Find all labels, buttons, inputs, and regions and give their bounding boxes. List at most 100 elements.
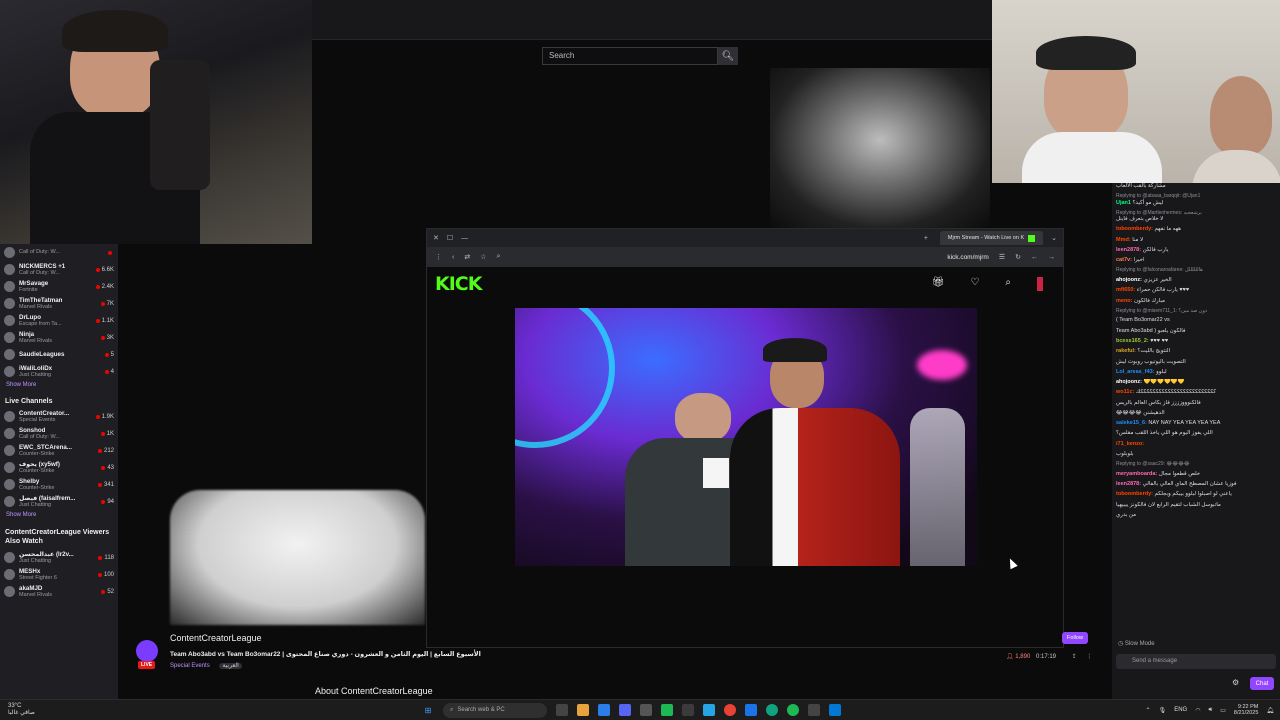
extension-icon[interactable]: ⇄ (464, 253, 470, 261)
new-tab-icon[interactable]: + (924, 235, 928, 242)
chat-input[interactable]: Send a message (1116, 654, 1276, 669)
sidebar-channel-item[interactable]: عبدالمحسن (lr2v... Just Chatting 118 (0, 549, 118, 566)
gift-icon[interactable]: 🎁︎ (932, 277, 945, 291)
filter-icon[interactable]: ☰ (999, 253, 1005, 261)
chat-username[interactable]: toboomberdy: (1116, 491, 1153, 497)
edge-icon[interactable] (598, 704, 610, 716)
app-icon[interactable] (661, 704, 673, 716)
taskbar-search[interactable]: ⌕ Search web & PC (443, 702, 547, 718)
chevron-down-icon[interactable]: ⌄ (1051, 234, 1057, 242)
sidebar-channel-item[interactable]: MESHx Street Fighter 6 100 (0, 566, 118, 583)
category-link[interactable]: Special Events (170, 663, 210, 669)
sidebar-channel-item[interactable]: SaudieLeagues 5 (0, 346, 118, 363)
url-field[interactable]: kick.com/mjrm (947, 254, 989, 261)
search-icon[interactable]: 🔍︎ (718, 47, 738, 65)
chat-username[interactable]: wo11c: (1116, 389, 1134, 395)
chat-username[interactable]: ahojoonz: (1116, 379, 1142, 385)
chat-send-button[interactable]: Chat (1250, 677, 1274, 690)
minimize-icon[interactable]: — (461, 235, 468, 242)
chat-username[interactable]: toboomberdy: (1116, 226, 1153, 232)
chat-username[interactable]: meryamboarda: (1116, 471, 1157, 477)
terminal-icon[interactable] (640, 704, 652, 716)
chat-username[interactable]: leen2878: (1116, 247, 1141, 253)
sidebar-channel-item[interactable]: akaMJD Marvel Rivals 52 (0, 583, 118, 600)
kick-logo[interactable]: KICK (435, 273, 482, 295)
store-icon[interactable] (682, 704, 694, 716)
maximize-icon[interactable]: ☐ (447, 234, 453, 242)
sidebar-channel-item[interactable]: EWC_STCArena... Counter-Strike 212 (0, 442, 118, 459)
menu-icon[interactable]: ⋮ (435, 253, 442, 261)
gear-icon[interactable]: ⚙ (1232, 678, 1239, 687)
avatar[interactable] (1037, 277, 1043, 291)
sidebar-channel-item[interactable]: DrLupo Escape from Ta... 1.1K (0, 312, 118, 329)
language-tag[interactable]: العربية (219, 663, 242, 669)
sidebar-channel-item[interactable]: Call of Duty: W... (0, 244, 118, 261)
chrome-icon[interactable] (724, 704, 736, 716)
chat-username[interactable]: ahojoonz: (1116, 277, 1142, 283)
search-icon[interactable]: ⌕ (497, 253, 501, 261)
sidebar-channel-item[interactable]: فيصل (faisalfrem... Just Chatting 94 (0, 493, 118, 510)
close-icon[interactable]: ✕ (433, 234, 439, 242)
notification-bell-icon[interactable]: 🔔︎ (1266, 707, 1274, 714)
sidebar-channel-item[interactable]: Sonshod Call of Duty: W... 1K (0, 425, 118, 442)
follow-button[interactable]: Follow (1062, 632, 1088, 644)
sidebar-channel-item[interactable]: Ninja Marvel Rivals 3K (0, 329, 118, 346)
spotify-icon[interactable] (787, 704, 799, 716)
telegram-icon[interactable] (703, 704, 715, 716)
capcut-icon[interactable] (808, 704, 820, 716)
weather-widget[interactable]: 33°C صافي غالبا (0, 703, 90, 716)
chat-username[interactable]: Lol_areas_f43: (1116, 369, 1155, 375)
windows-start-icon[interactable]: ⊞ (422, 704, 434, 716)
channel-avatar[interactable] (136, 640, 158, 662)
heart-icon[interactable]: ♡ (970, 277, 979, 291)
sidebar-channel-item[interactable]: Shelby Counter-Strike 341 (0, 476, 118, 493)
bookmark-star-icon[interactable]: ☆ (480, 253, 486, 261)
chat-username[interactable]: meno: (1116, 298, 1133, 304)
battery-icon[interactable]: ▭ (1220, 707, 1226, 714)
photos-icon[interactable] (829, 704, 841, 716)
search-icon[interactable]: ⌕ (1005, 277, 1011, 291)
search-input[interactable]: Search (542, 47, 718, 65)
sidebar-channel-item[interactable]: iWaliLoliDx Just Chatting 4 (0, 363, 118, 380)
file-explorer-icon[interactable] (577, 704, 589, 716)
chat-username[interactable]: Mmd: (1116, 237, 1131, 243)
show-more-link-2[interactable]: Show More (0, 510, 118, 522)
chat-username[interactable]: mfi650: (1116, 287, 1135, 293)
wifi-icon[interactable]: ◠ (1195, 707, 1200, 714)
more-options-icon[interactable]: ⋮ (1086, 654, 1092, 660)
share-icon[interactable]: ⇪ (1072, 654, 1077, 660)
word-icon[interactable] (745, 704, 757, 716)
chat-username[interactable]: cat7v: (1116, 257, 1132, 263)
browser-tab[interactable]: Mjrm Stream - Watch Live on K (939, 231, 1044, 245)
stream-category[interactable]: Special Events العربية (170, 662, 242, 669)
discord-icon[interactable] (619, 704, 631, 716)
sidebar-channel-item[interactable]: ContentCreator... Special Events 1.9K (0, 408, 118, 425)
mic-icon[interactable]: 🎙︎ (1159, 707, 1167, 714)
chat-username[interactable]: leen2878: (1116, 481, 1141, 487)
chat-username[interactable]: saleke15_6: (1116, 420, 1147, 426)
chat-username[interactable]: rakeful: (1116, 348, 1136, 354)
sidebar-channel-item[interactable]: MrSavage Fortnite 2.4K (0, 278, 118, 295)
chat-username[interactable]: Ujan1 (1116, 200, 1131, 206)
forward-arrow-icon[interactable]: → (1048, 254, 1055, 261)
chat-username[interactable]: i71_kenzo: (1116, 441, 1144, 447)
show-more-link[interactable]: Show More (0, 380, 118, 392)
volume-icon[interactable]: 🔊︎ (1208, 707, 1212, 714)
channel-name[interactable]: ContentCreatorLeague (170, 633, 262, 643)
language-indicator[interactable]: ENG (1174, 707, 1187, 713)
sidebar-channel-item[interactable]: TimTheTatman Marvel Rivals 7K (0, 295, 118, 312)
whatsapp-icon[interactable] (766, 704, 778, 716)
chat-username[interactable]: bcess165_2: (1116, 338, 1149, 344)
reload-icon[interactable]: ↻ (1015, 253, 1021, 261)
video-player[interactable] (515, 308, 977, 566)
forward-icon[interactable]: ← (1031, 254, 1038, 261)
sidebar-channel-item[interactable]: يحوف (xy5wf) Counter-Strike 43 (0, 459, 118, 476)
search-bar[interactable]: Search 🔍︎ (542, 47, 738, 65)
chevron-up-icon[interactable]: ⌃ (1146, 707, 1151, 714)
back-icon[interactable]: ‹ (452, 254, 454, 261)
task-view-icon[interactable] (556, 704, 568, 716)
sidebar-channel-item[interactable]: NICKMERCS +1 Call of Duty: W... 6.6K (0, 261, 118, 278)
microphone-flag (703, 458, 729, 488)
system-clock[interactable]: 9:22 PM 8/21/2025 (1234, 704, 1258, 717)
viewer-count-value: 1.1K (101, 317, 114, 324)
